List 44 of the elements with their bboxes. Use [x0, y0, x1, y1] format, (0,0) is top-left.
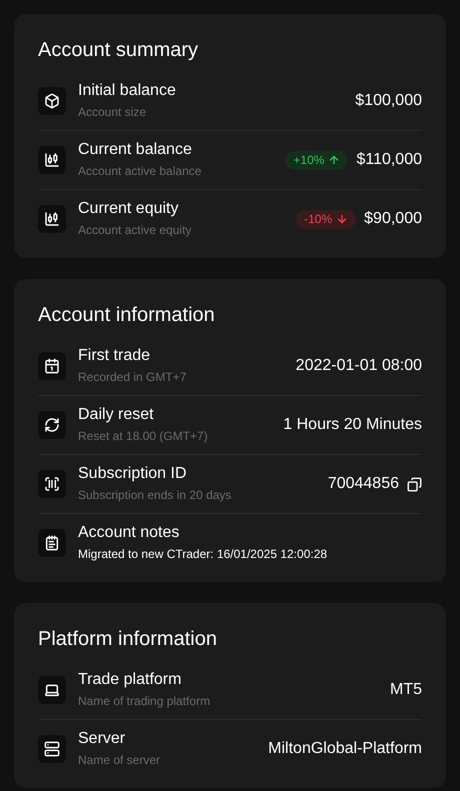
- row-label: Current balance: [78, 140, 193, 160]
- notepad-icon: [44, 535, 60, 551]
- row-sublabel: Reset at 18.00 (GMT+7): [78, 428, 208, 445]
- row-label: Current equity: [78, 199, 180, 219]
- card-title: Platform information: [38, 627, 218, 652]
- row-label: Subscription ID: [78, 464, 188, 484]
- row-sublabel: Account active balance: [78, 163, 202, 180]
- row-label: Initial balance: [78, 81, 176, 101]
- scan-barcode-icon: [44, 476, 60, 492]
- row-sublabel: Name of trading platform: [78, 693, 210, 710]
- row-value: 70044856: [328, 474, 399, 494]
- server-icon: [44, 741, 60, 757]
- row-value: $110,000: [356, 150, 422, 170]
- change-badge: -10%: [296, 210, 356, 228]
- row-sublabel: Recorded in GMT+7: [78, 369, 186, 386]
- candlestick-chart-icon: [44, 211, 60, 227]
- row-sublabel: Account size: [78, 104, 148, 121]
- copy-icon: [407, 476, 422, 492]
- refresh-icon: [44, 417, 60, 433]
- row-label: First trade: [78, 346, 152, 366]
- candlestick-chart-icon: [44, 152, 60, 168]
- row-sublabel: Name of server: [78, 752, 160, 769]
- note-text: Migrated to new CTrader: 16/01/2025 12:00:28: [78, 546, 328, 563]
- row-label: Trade platform: [78, 670, 182, 690]
- arrow-down-icon: [336, 213, 348, 225]
- change-badge: +10%: [285, 150, 348, 170]
- row-value: 2022-01-01 08:00: [296, 356, 422, 376]
- row-value: 1 Hours 20 Minutes: [283, 415, 422, 435]
- arrow-up-icon: [328, 154, 340, 166]
- copy-button[interactable]: [407, 476, 422, 492]
- calendar-icon: [44, 358, 60, 374]
- row-value: MiltonGlobal-Platform: [268, 739, 422, 759]
- cube-icon: [44, 93, 60, 109]
- row-sublabel: Account active equity: [78, 222, 192, 239]
- row-label: Account notes: [78, 523, 180, 543]
- row-value: $90,000: [364, 209, 422, 229]
- row-value: $100,000: [355, 91, 422, 111]
- row-sublabel: Subscription ends in 20 days: [78, 487, 232, 504]
- card-title: Account summary: [38, 38, 200, 63]
- laptop-icon: [44, 682, 60, 698]
- row-label: Daily reset: [78, 405, 155, 425]
- row-value: MT5: [390, 680, 422, 700]
- card-title: Account information: [38, 303, 216, 328]
- row-label: Server: [78, 729, 126, 749]
